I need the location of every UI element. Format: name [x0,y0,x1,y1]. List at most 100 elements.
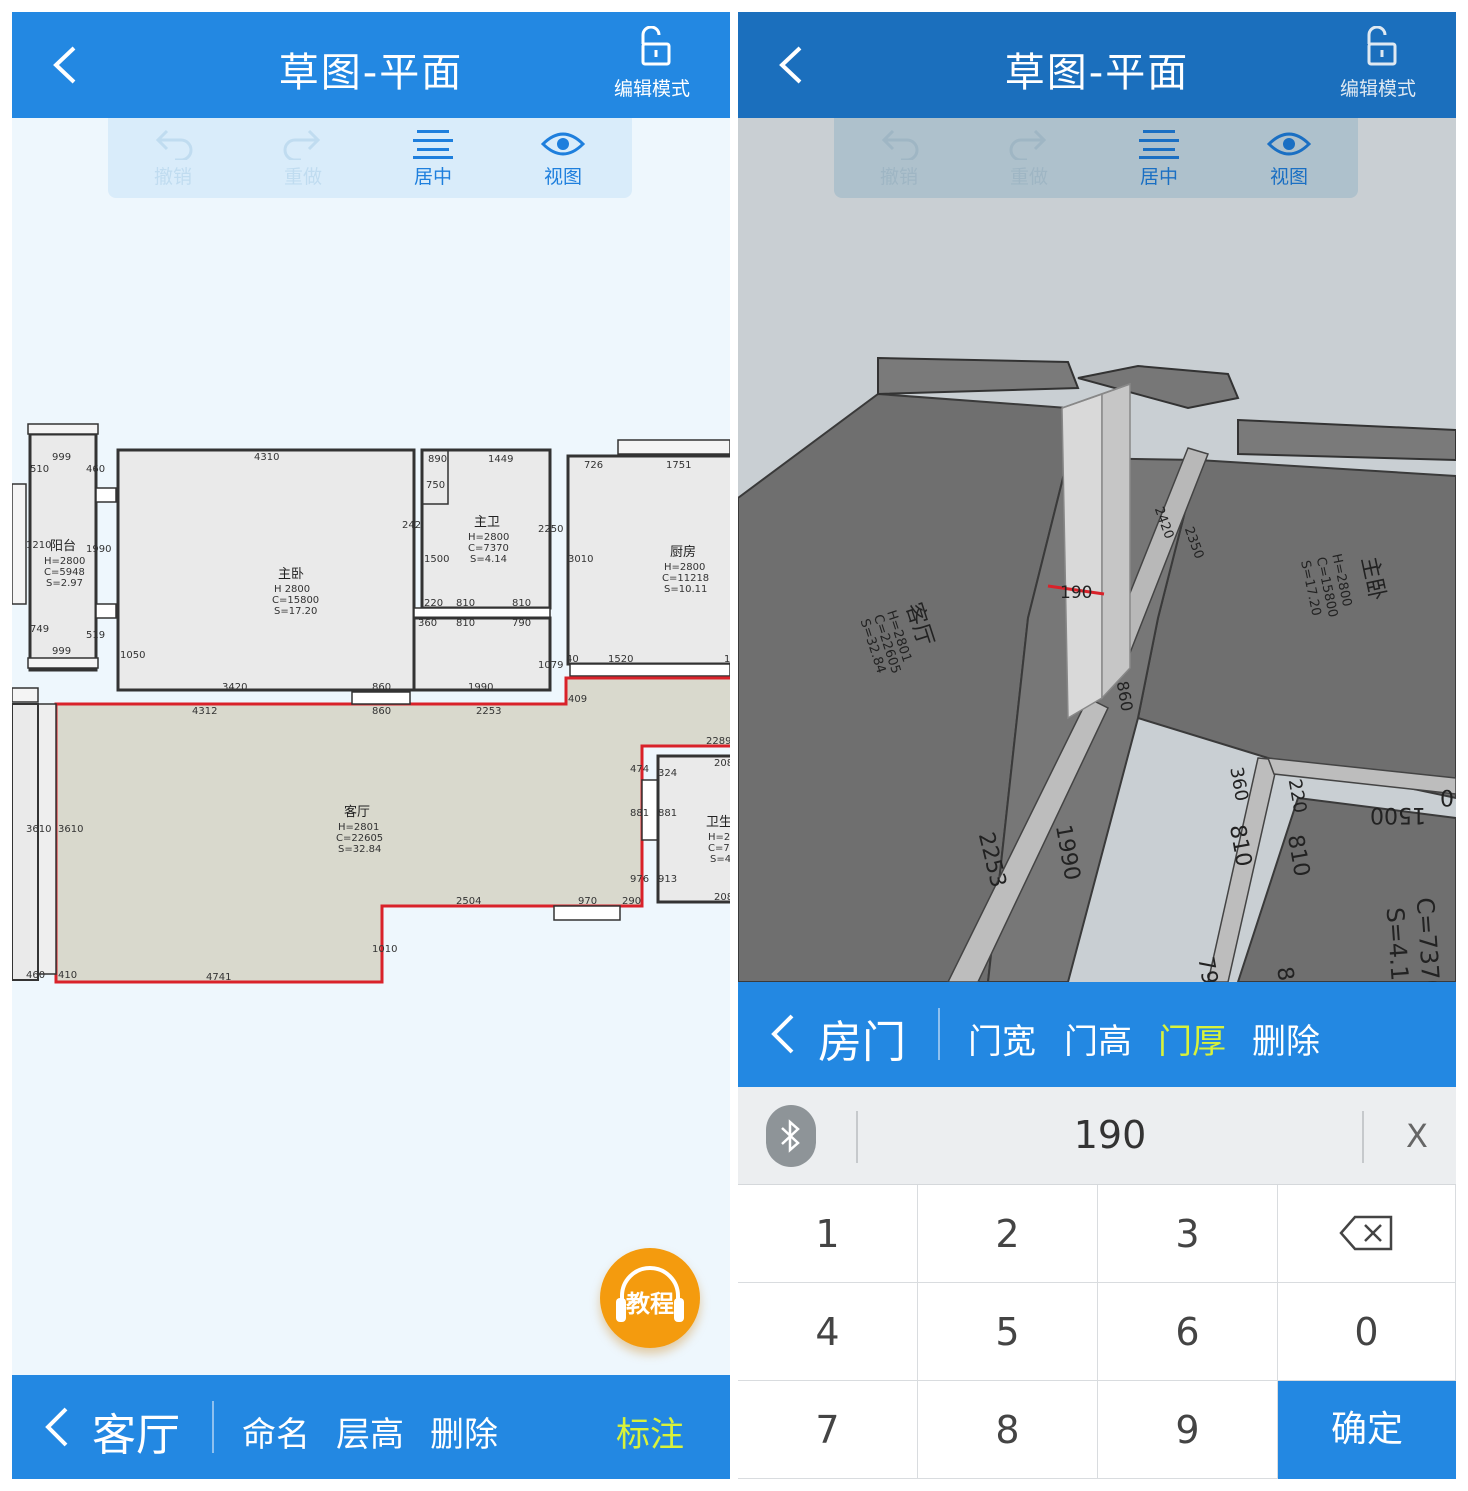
app-header: 草图-平面 编辑模式 [738,12,1456,118]
dim-3610-a: 3610 [26,824,51,835]
dim-749: 749 [30,624,49,635]
center-label: 居中 [413,166,452,188]
rename-button[interactable]: 命名 [242,1407,310,1456]
living-room[interactable] [54,676,730,984]
edit-mode-button[interactable]: 编辑模式 [612,26,692,106]
edit-mode-button[interactable]: 编辑模式 [1338,26,1418,106]
key-5[interactable]: 5 [918,1283,1098,1381]
bluetooth-icon [781,1119,800,1153]
key-8[interactable]: 8 [918,1381,1098,1479]
delete-button[interactable]: 删除 [430,1407,498,1456]
balcony-name: 阳台 [50,539,76,554]
eye-icon [1267,132,1311,156]
key-1[interactable]: 1 [738,1185,918,1283]
edit-toolbar: 撤销 重做 居中 视图 [834,118,1358,198]
dim-4741: 4741 [206,972,231,983]
floor-height-button[interactable]: 层高 [336,1407,404,1456]
dim-360: 360 [418,618,437,629]
dim-3d-220: 220 [1284,777,1311,814]
confirm-button[interactable]: 确定 [1278,1381,1456,1479]
redo-label: 重做 [283,166,322,188]
master-bedroom-h: H 2800 [274,584,310,595]
room-action-bar: 客厅 命名 层高 删除 标注 [12,1375,730,1479]
tutorial-label: 教程 [626,1290,674,1318]
dim-290: 290 [622,896,641,907]
master-bedroom-c: C=15800 [272,595,319,606]
kitchen-h: H=2800 [664,562,705,573]
dim-474: 474 [630,764,649,775]
redo-icon [283,129,321,160]
redo-button[interactable]: 重做 [984,128,1074,189]
view-button[interactable]: 视图 [1244,128,1334,189]
undo-button[interactable]: 撤销 [128,128,218,189]
redo-label: 重做 [1009,166,1048,188]
key-6[interactable]: 6 [1098,1283,1278,1381]
living-room-name: 客厅 [344,804,370,820]
floor-plan[interactable]: 999 999 510 460 460 1210 1990 1990 749 5… [12,412,730,992]
divider [938,1008,940,1060]
annotate-button[interactable]: 标注 [616,1407,684,1456]
kitchen-s: S=10.11 [664,584,707,595]
dim-3420: 3420 [222,682,247,693]
balcony-c: C=5948 [44,567,85,578]
key-9[interactable]: 9 [1098,1381,1278,1479]
bluetooth-button[interactable] [766,1105,816,1167]
dim-1751: 1751 [666,460,691,471]
master-bedroom-room[interactable] [116,448,416,692]
view-button[interactable]: 视图 [518,128,608,189]
dim-860-a: 860 [372,682,391,693]
door-3d[interactable] [1061,392,1103,720]
living-room-h: H=2801 [338,822,379,833]
numeric-keypad: 1 2 3 4 5 6 0 7 8 9 确定 [738,1185,1456,1479]
key-0[interactable]: 0 [1278,1283,1456,1381]
master-bath-name: 主卫 [474,515,500,530]
clear-button[interactable]: X [1406,1117,1428,1155]
door-width-button[interactable]: 门宽 [968,1014,1036,1063]
undo-button[interactable]: 撤销 [854,128,944,189]
dim-510: 510 [30,464,49,475]
dim-2504: 2504 [456,896,481,907]
value-field[interactable]: 190 [858,1113,1362,1157]
redo-button[interactable]: 重做 [258,128,348,189]
left-screen: 草图-平面 编辑模式 撤销 重做 居中 视图 999 999 510 460 1… [12,12,730,1479]
dim-208-a: 208 [714,758,730,769]
key-3[interactable]: 3 [1098,1185,1278,1283]
dim-1010: 1010 [372,944,397,955]
dim-881-a: 881 [630,808,649,819]
value-input-row: 190 X [738,1087,1456,1185]
backspace-key[interactable] [1278,1185,1456,1283]
dim-970: 970 [578,896,597,907]
dim-519: 519 [86,630,105,641]
door-thickness-button[interactable]: 门厚 [1158,1014,1226,1063]
chevron-left-icon[interactable] [42,1405,72,1449]
kitchen-name: 厨房 [670,544,696,560]
delete-button[interactable]: 删除 [1252,1014,1320,1063]
center-button[interactable]: 居中 [388,128,478,189]
dim-460-a: 460 [86,464,105,475]
key-7[interactable]: 7 [738,1381,918,1479]
dim-1079: 1079 [538,660,563,671]
dim-2289: 2289 [706,736,730,747]
unlock-icon [1367,26,1397,66]
3d-view[interactable]: 190 客厅 H=2801 C=22605 S=32.84 主卧 H=2800 … [738,198,1456,982]
master-bath-s: S=4.14 [470,554,507,565]
kitchen-c: C=11218 [662,573,709,584]
chevron-left-icon[interactable] [768,1012,798,1056]
master-bedroom-s: S=17.20 [274,606,317,617]
door-height-button[interactable]: 门高 [1064,1014,1132,1063]
dim-4310: 4310 [254,452,279,463]
center-button[interactable]: 居中 [1114,128,1204,189]
key-2[interactable]: 2 [918,1185,1098,1283]
key-4[interactable]: 4 [738,1283,918,1381]
unlock-icon [641,26,671,66]
bathroom-name: 卫生 [706,815,730,830]
edit-mode-label: 编辑模式 [1339,78,1416,100]
undo-label: 撤销 [153,166,192,188]
tutorial-button[interactable]: 教程 [600,1248,700,1348]
living-room-s: S=32.84 [338,844,381,855]
dim-750: 750 [426,480,445,491]
dim-3610-b: 3610 [58,824,83,835]
bath-3d-c: C=7370 [1411,897,1446,982]
balcony-s: S=2.97 [46,578,83,589]
eye-icon [541,132,585,156]
